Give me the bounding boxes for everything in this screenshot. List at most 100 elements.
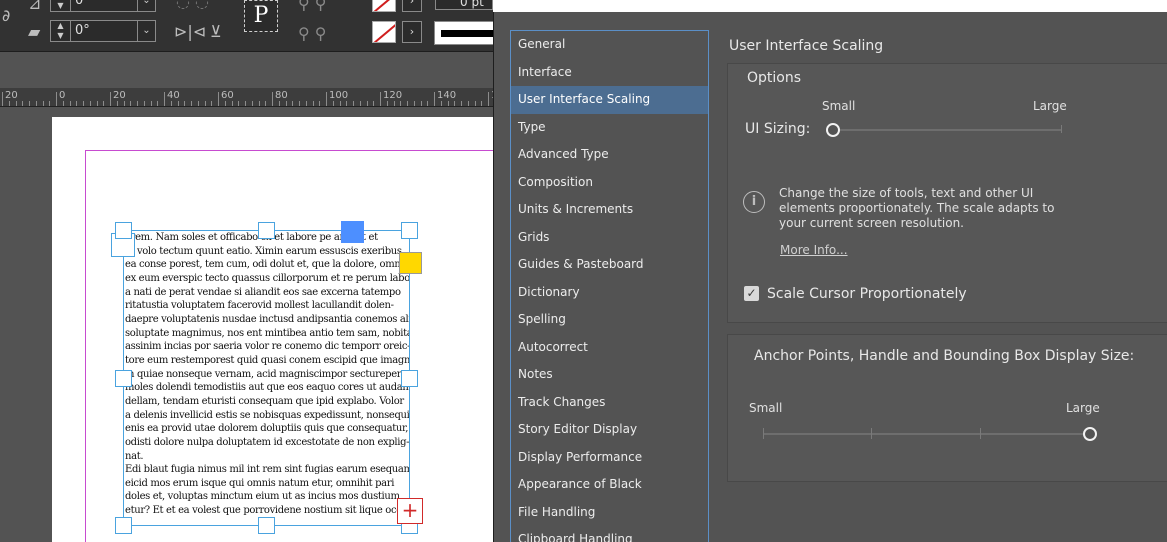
category-item[interactable]: Display Performance xyxy=(511,444,708,472)
chevron-right-icon[interactable]: › xyxy=(402,0,422,12)
flip-horizontal-icon[interactable]: ⊳|⊲ xyxy=(174,22,206,41)
ruler-minor-tick xyxy=(359,101,361,106)
ruler-label: 0 xyxy=(59,90,66,101)
ruler-minor-tick xyxy=(184,101,186,106)
ruler-minor-tick xyxy=(292,101,294,106)
category-item[interactable]: Spelling xyxy=(511,306,708,334)
more-info-link[interactable]: More Info... xyxy=(780,243,848,257)
stroke-none-swatch[interactable] xyxy=(372,21,396,43)
resize-handle-top-left[interactable] xyxy=(115,222,132,239)
text-line: a nati de perat vendae si aliandit eos s… xyxy=(125,286,401,298)
anchor-size-slider-track[interactable] xyxy=(763,433,1089,435)
ruler-minor-tick xyxy=(481,101,483,106)
ruler-minor-tick xyxy=(407,101,408,106)
ruler-minor-tick xyxy=(177,101,179,106)
ruler-minor-tick xyxy=(258,101,260,106)
overset-out-port[interactable]: + xyxy=(397,498,423,524)
text-line: moles dolendi temodistiis aut que eos ea… xyxy=(125,382,410,394)
category-item[interactable]: User Interface Scaling xyxy=(511,86,708,114)
category-item[interactable]: Grids xyxy=(511,224,708,252)
ruler-minor-tick xyxy=(245,101,246,106)
scale-cursor-checkbox[interactable]: ✓ xyxy=(744,286,759,301)
ruler-major-tick xyxy=(488,92,489,106)
stepper-icon[interactable]: ▲▼ xyxy=(51,21,71,41)
category-item[interactable]: Dictionary xyxy=(511,279,708,307)
category-item[interactable]: Clipboard Handling xyxy=(511,526,708,542)
shear-angle-field[interactable]: ▲ ▼ 0° ⌄ xyxy=(50,20,156,42)
align-icon[interactable]: ⚲ ⚲ xyxy=(298,24,327,43)
reference-point-icon[interactable]: ∂ xyxy=(2,6,10,25)
stroke-weight-field[interactable]: 0 pt xyxy=(435,0,493,10)
ruler-minor-tick xyxy=(197,101,199,106)
category-item[interactable]: Advanced Type xyxy=(511,141,708,169)
category-item[interactable]: Composition xyxy=(511,169,708,197)
content-grabber[interactable] xyxy=(341,221,364,243)
ruler-major-tick xyxy=(2,92,3,106)
fill-none-swatch[interactable] xyxy=(372,0,396,12)
ruler-minor-tick xyxy=(447,101,449,106)
anchor-size-min-label: Small xyxy=(749,401,783,415)
ruler-minor-tick xyxy=(143,101,145,106)
ui-sizing-min-label: Small xyxy=(822,99,856,113)
category-item[interactable]: Story Editor Display xyxy=(511,416,708,444)
ruler-minor-tick xyxy=(420,101,422,106)
category-item[interactable]: Track Changes xyxy=(511,389,708,417)
anchor-size-slider-thumb[interactable] xyxy=(1083,427,1097,441)
ui-sizing-max-label: Large xyxy=(1033,99,1067,113)
text-line: m quiae nonseque vernam, acid magniscimp… xyxy=(125,368,407,380)
category-item[interactable]: Autocorrect xyxy=(511,334,708,362)
category-item[interactable]: Type xyxy=(511,114,708,142)
category-item[interactable]: File Handling xyxy=(511,499,708,527)
scale-cursor-label[interactable]: Scale Cursor Proportionately xyxy=(767,286,967,302)
ruler-major-tick xyxy=(326,92,327,106)
rotation-angle-field[interactable]: ▲▼ 0° ⌄ xyxy=(50,0,156,12)
category-item[interactable]: Notes xyxy=(511,361,708,389)
resize-handle-right[interactable] xyxy=(401,370,418,387)
ui-sizing-tick xyxy=(1061,125,1062,133)
resize-handle-bottom-left[interactable] xyxy=(115,517,132,534)
resize-handle-top[interactable] xyxy=(258,222,275,239)
resize-handle-top-right[interactable] xyxy=(401,222,418,239)
ruler-minor-tick xyxy=(461,101,462,106)
ui-sizing-slider-thumb[interactable] xyxy=(826,123,840,137)
text-line: nat. xyxy=(125,450,144,462)
corner-effect-handle[interactable] xyxy=(399,252,422,274)
chevron-right-icon[interactable]: › xyxy=(402,21,422,43)
ruler-minor-tick xyxy=(238,101,240,106)
ruler-major-tick xyxy=(434,92,435,106)
ruler-minor-tick xyxy=(204,101,206,106)
stroke-style-swatch[interactable] xyxy=(434,21,501,45)
category-item[interactable]: Guides & Pasteboard xyxy=(511,251,708,279)
resize-handle-bottom[interactable] xyxy=(258,517,275,534)
ruler-minor-tick xyxy=(299,101,300,106)
paragraph-glyph[interactable]: P xyxy=(244,0,278,32)
chevron-down-icon[interactable]: ⌄ xyxy=(137,0,155,11)
ruler-minor-tick xyxy=(413,101,415,106)
category-item[interactable]: Interface xyxy=(511,59,708,87)
chevron-down-icon[interactable]: ⌄ xyxy=(137,21,155,41)
shear-icon: ▰ xyxy=(28,22,41,41)
dialog-title-bar[interactable] xyxy=(493,0,1167,12)
ui-sizing-slider-track[interactable] xyxy=(834,129,1062,131)
ruler-minor-tick xyxy=(157,101,159,106)
info-icon: i xyxy=(743,191,765,213)
ruler-minor-tick xyxy=(103,101,105,106)
ruler-minor-tick xyxy=(332,101,334,106)
ruler-minor-tick xyxy=(319,101,321,106)
distribute-icon[interactable]: ⚲ ⚲ xyxy=(298,0,327,13)
text-frame[interactable]: l rem. Nam soles et officabo ex et labor… xyxy=(123,230,410,526)
category-item[interactable]: General xyxy=(511,31,708,59)
ruler-minor-tick xyxy=(83,101,84,106)
ruler-major-tick xyxy=(272,92,273,106)
stepper-icon[interactable]: ▲▼ xyxy=(51,0,71,11)
ruler-minor-tick xyxy=(312,101,314,106)
resize-handle-left[interactable] xyxy=(115,370,132,387)
category-item[interactable]: Appearance of Black xyxy=(511,471,708,499)
flip-vertical-icon[interactable]: ⊻ xyxy=(210,22,222,41)
ruler-minor-tick xyxy=(62,101,64,106)
ruler-minor-tick xyxy=(130,101,132,106)
rotate-cw-icon[interactable]: ◌ ◌ xyxy=(176,0,209,11)
rotate-icon: ⊿ xyxy=(28,0,42,13)
category-item[interactable]: Units & Increments xyxy=(511,196,708,224)
category-list[interactable]: General Interface User Interface Scaling Ty… xyxy=(510,30,709,542)
